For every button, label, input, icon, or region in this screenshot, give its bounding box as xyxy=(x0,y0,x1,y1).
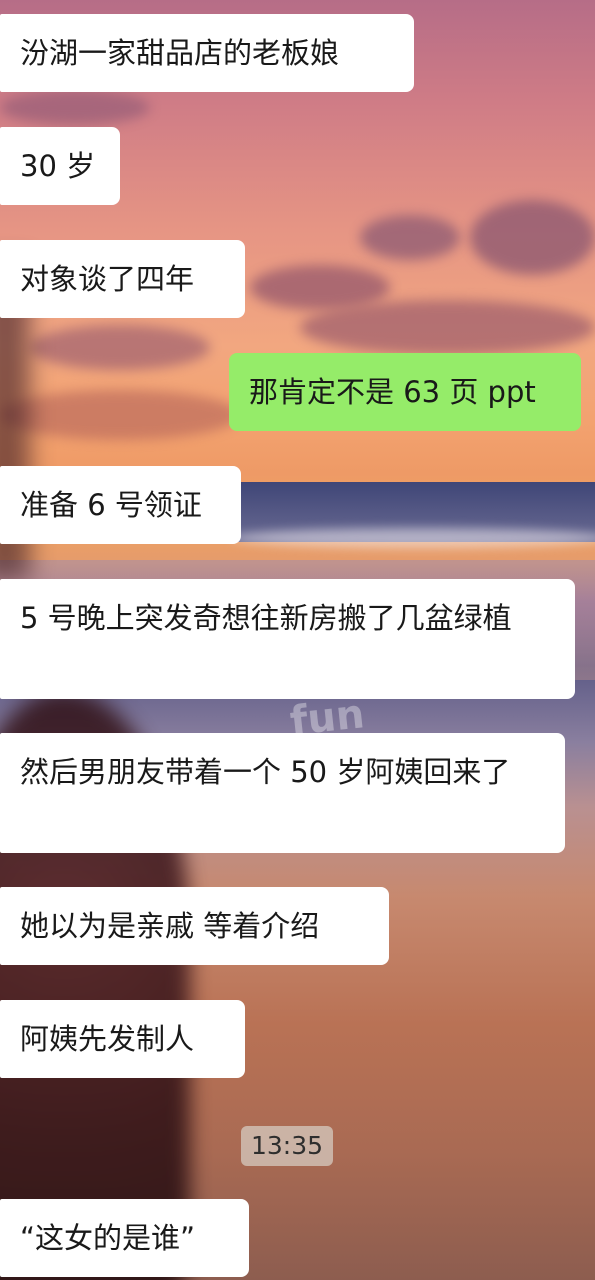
message-text: “这女的是谁” xyxy=(20,1221,196,1255)
message-bubble-received[interactable]: “这女的是谁” xyxy=(0,1199,249,1277)
message-text: 然后男朋友带着一个 50 岁阿姨回来了 xyxy=(20,755,511,789)
message-text: 阿姨先发制人 xyxy=(20,1022,195,1056)
message-text: 汾湖一家甜品店的老板娘 xyxy=(20,36,340,70)
message-text: 5 号晚上突发奇想往新房搬了几盆绿植 xyxy=(20,601,512,635)
message-text: 30 岁 xyxy=(20,149,96,183)
message-bubble-received[interactable]: 准备 6 号领证 xyxy=(0,466,241,544)
message-text: 她以为是亲戚 等着介绍 xyxy=(20,909,320,943)
message-bubble-received[interactable]: 5 号晚上突发奇想往新房搬了几盆绿植 xyxy=(0,579,575,699)
message-list: 汾湖一家甜品店的老板娘 30 岁 对象谈了四年 那肯定不是 63 页 ppt 准… xyxy=(0,0,595,1280)
message-bubble-sent[interactable]: 那肯定不是 63 页 ppt xyxy=(229,353,581,431)
message-bubble-received[interactable]: 然后男朋友带着一个 50 岁阿姨回来了 xyxy=(0,733,565,853)
message-timestamp: 13:35 xyxy=(241,1126,333,1166)
message-bubble-received[interactable]: 阿姨先发制人 xyxy=(0,1000,245,1078)
message-bubble-received[interactable]: 对象谈了四年 xyxy=(0,240,245,318)
message-text: 那肯定不是 63 页 ppt xyxy=(249,375,536,409)
message-bubble-received[interactable]: 她以为是亲戚 等着介绍 xyxy=(0,887,389,965)
message-bubble-received[interactable]: 汾湖一家甜品店的老板娘 xyxy=(0,14,414,92)
message-text: 准备 6 号领证 xyxy=(20,488,202,522)
message-text: 对象谈了四年 xyxy=(20,262,195,296)
message-bubble-received[interactable]: 30 岁 xyxy=(0,127,120,205)
